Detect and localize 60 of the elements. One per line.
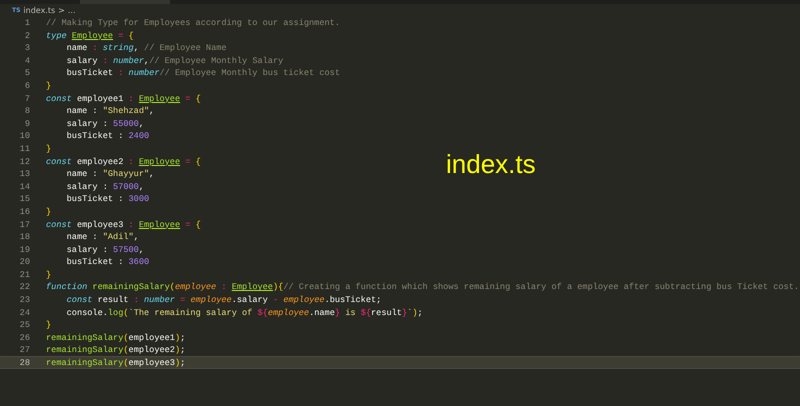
line-number: 11 [18,142,30,154]
code-line: busTicket : 3000 [66,193,150,204]
line-number: 18 [18,231,30,242]
line-number: 1 [24,17,30,28]
line-number: 13 [18,168,30,179]
code-line: } [46,206,52,216]
code-line: busTicket : 3600 [66,256,150,267]
code-line: } [46,80,52,91]
code-line: name : "Shehzad", [66,105,154,116]
code-line: const employee2 : Employee = { [46,156,201,166]
line-number: 26 [18,332,30,342]
line-number: 9 [24,118,30,128]
line-number: 19 [18,244,30,254]
code-line: } [46,319,52,330]
line-number: 14 [18,180,30,192]
code-line: remainingSalary(employee2); [46,344,186,356]
line-number: 23 [18,294,30,305]
code-line: function remainingSalary(employee : Employee){// Creating a function which shows remaining salary of a employee after subtracting bus Ticket cost. [46,281,800,292]
line-number: 2 [24,30,30,40]
line-number: 17 [18,218,30,230]
line-number: 4 [24,54,30,66]
line-number: 24 [18,306,30,318]
code-line: remainingSalary(employee1); [46,332,186,342]
code-line: salary : 55000, [66,118,144,128]
code-line: name : "Adil", [66,231,139,242]
code-line: busTicket : 2400 [66,130,150,141]
code-line: busTicket : number// Employee Monthly bus ticket cost [66,67,340,78]
breadcrumb-more[interactable]: ... [68,6,76,14]
line-number: 12 [18,156,30,166]
line-number: 22 [18,281,30,292]
breadcrumb-separator: > [58,6,65,14]
code-line: name : "Ghayyur", [66,168,154,179]
code-line: const result : number = employee.salary - employee.busTicket; [66,294,382,305]
line-number: 8 [24,105,30,116]
code-line: salary : number,// Employee Monthly Salary [66,54,284,66]
code-line: name : string, // Employee Name [66,42,227,53]
code-line: } [46,142,52,154]
code-line: salary : 57500, [66,244,144,254]
code-line: const employee3 : Employee = { [46,218,201,230]
line-number: 7 [24,92,30,104]
code-line: // Making Type for Employees according to our assignment. [46,17,340,28]
code-line: type Employee = { [46,30,134,40]
code-line: salary : 57000, [66,180,144,192]
line-number: 20 [18,256,30,267]
line-number: 10 [18,130,30,141]
line-number: 15 [18,193,30,204]
code-line: remainingSalary(employee3); [46,357,186,368]
code-line: } [46,268,52,280]
line-number: 25 [18,319,30,330]
code-line: const employee1 : Employee = { [46,92,201,104]
overlay-title: index.ts [446,149,536,180]
line-number: 21 [18,268,30,280]
line-number: 6 [24,80,30,91]
code-line: console.log(`The remaining salary of ${employee.name} is ${result}`); [66,306,423,318]
line-number: 5 [24,67,30,78]
line-number: 3 [24,42,30,53]
line-number: 27 [18,344,30,356]
line-number: 16 [18,206,30,216]
breadcrumb-file[interactable]: index.ts [23,6,56,14]
line-number: 28 [18,357,30,368]
